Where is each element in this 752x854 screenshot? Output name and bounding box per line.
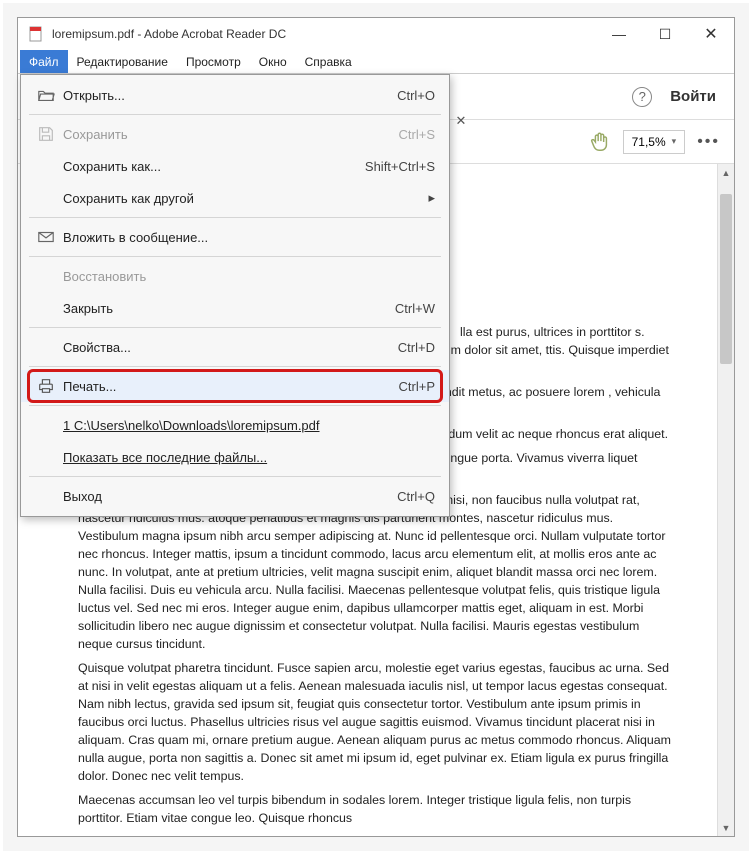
printer-icon — [37, 377, 63, 395]
menu-save-as[interactable]: Сохранить как... Shift+Ctrl+S — [21, 150, 449, 182]
menu-edit[interactable]: Редактирование — [68, 50, 177, 73]
menu-attach-email[interactable]: Вложить в сообщение... — [21, 221, 449, 253]
submenu-arrow-icon: ▸ — [428, 190, 435, 206]
document-text: Quisque volutpat pharetra tincidunt. Fus… — [78, 660, 674, 786]
hand-tool-icon[interactable] — [589, 131, 611, 153]
app-window: loremipsum.pdf - Adobe Acrobat Reader DC… — [17, 17, 735, 837]
menu-separator — [29, 476, 441, 477]
vertical-scrollbar[interactable]: ▲ ▼ — [717, 164, 734, 836]
menu-properties[interactable]: Свойства... Ctrl+D — [21, 331, 449, 363]
folder-open-icon — [37, 86, 63, 104]
menu-separator — [29, 114, 441, 115]
minimize-button[interactable]: — — [596, 18, 642, 50]
chevron-down-icon: ▾ — [672, 136, 677, 147]
menu-show-all-recent[interactable]: Показать все последние файлы... — [21, 441, 449, 473]
menu-separator — [29, 217, 441, 218]
more-options-button[interactable]: ••• — [697, 133, 720, 151]
menu-separator — [29, 366, 441, 367]
menu-separator — [29, 256, 441, 257]
scrollbar-thumb[interactable] — [720, 194, 732, 364]
pdf-file-icon — [28, 26, 44, 42]
maximize-button[interactable]: ☐ — [642, 18, 688, 50]
menu-save-as-other[interactable]: Сохранить как другой ▸ — [21, 182, 449, 214]
menu-file[interactable]: Файл — [20, 50, 68, 73]
menu-open[interactable]: Открыть... Ctrl+O — [21, 79, 449, 111]
document-text: Maecenas accumsan leo vel turpis bibendu… — [78, 792, 674, 828]
close-button[interactable]: ✕ — [688, 18, 734, 50]
menu-save: Сохранить Ctrl+S — [21, 118, 449, 150]
window-title: loremipsum.pdf - Adobe Acrobat Reader DC — [52, 27, 596, 41]
menu-recent-1[interactable]: 1 C:\Users\nelko\Downloads\loremipsum.pd… — [21, 409, 449, 441]
file-menu-dropdown: Открыть... Ctrl+O Сохранить Ctrl+S Сохра… — [20, 74, 450, 517]
menu-help[interactable]: Справка — [296, 50, 361, 73]
titlebar: loremipsum.pdf - Adobe Acrobat Reader DC… — [18, 18, 734, 50]
window-controls: — ☐ ✕ — [596, 18, 734, 50]
menu-window[interactable]: Окно — [250, 50, 296, 73]
menubar: Файл Редактирование Просмотр Окно Справк… — [18, 50, 734, 74]
floppy-save-icon — [37, 125, 63, 143]
menu-exit[interactable]: Выход Ctrl+Q — [21, 480, 449, 512]
tab-close-icon[interactable]: ✕ — [452, 112, 470, 130]
signin-button[interactable]: Войти — [670, 88, 716, 105]
menu-close-doc[interactable]: Закрыть Ctrl+W — [21, 292, 449, 324]
help-icon[interactable]: ? — [632, 87, 652, 107]
envelope-icon — [37, 228, 63, 246]
menu-print[interactable]: Печать... Ctrl+P — [21, 370, 449, 402]
zoom-selector[interactable]: 71,5% ▾ — [623, 130, 686, 154]
scroll-up-arrow-icon[interactable]: ▲ — [718, 164, 734, 181]
menu-revert: Восстановить — [21, 260, 449, 292]
menu-view[interactable]: Просмотр — [177, 50, 250, 73]
menu-separator — [29, 327, 441, 328]
scroll-down-arrow-icon[interactable]: ▼ — [718, 819, 734, 836]
zoom-value: 71,5% — [632, 135, 666, 149]
menu-separator — [29, 405, 441, 406]
